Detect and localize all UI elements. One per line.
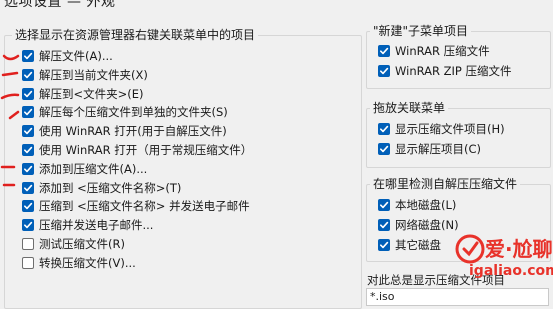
sfx-detect-group-option-1[interactable]: 本地磁盘(L) <box>378 196 456 214</box>
checkbox[interactable] <box>378 123 390 135</box>
left-group-option-8[interactable]: 添加到 <压缩文件名称>(T) <box>22 179 181 197</box>
drag-menu-group <box>366 108 551 168</box>
left-group-option-2[interactable]: 解压到当前文件夹(X) <box>22 66 148 84</box>
checkbox[interactable] <box>378 143 390 155</box>
new-submenu-group <box>366 31 551 89</box>
checkmark-icon <box>380 145 389 153</box>
checkmark-icon <box>380 201 389 209</box>
checkmark-icon <box>380 125 389 133</box>
always-show-archive-field[interactable]: *.iso <box>366 288 549 306</box>
option-label: 转换压缩文件(V)... <box>39 255 136 270</box>
left-group-option-7[interactable]: 添加到压缩文件(A)... <box>22 160 147 178</box>
watermark-text: 爱·尬聊 <box>485 237 553 261</box>
option-label: 使用 WinRAR 打开（用于常规压缩文件） <box>39 143 253 157</box>
watermark-url: igaliao.com <box>469 263 553 279</box>
option-label: 其它磁盘 <box>395 238 441 252</box>
window-header-fragment: 选项设置 — 外观 <box>4 0 116 10</box>
option-label: 解压文件(A)... <box>39 49 113 63</box>
option-label: 添加到 <压缩文件名称>(T) <box>39 180 182 195</box>
left-group-option-3[interactable]: 解压到<文件夹>(E) <box>22 85 144 103</box>
option-label: WinRAR 压缩文件 <box>395 44 490 58</box>
option-label: 使用 WinRAR 打开(用于自解压文件) <box>39 124 227 139</box>
option-label: WinRAR ZIP 压缩文件 <box>395 64 512 78</box>
left-group-option-6[interactable]: 使用 WinRAR 打开（用于常规压缩文件） <box>22 141 252 159</box>
option-label: 压缩到 <压缩文件名称> 并发送电子邮件 <box>39 199 250 214</box>
checkbox[interactable] <box>378 239 390 251</box>
checkbox[interactable] <box>378 45 390 57</box>
sfx-detect-group-option-3[interactable]: 其它磁盘 <box>378 236 441 254</box>
left-group-option-9[interactable]: 压缩到 <压缩文件名称> 并发送电子邮件 <box>22 197 250 215</box>
sfx-detect-group-title: 在哪里检测自解压压缩文件 <box>370 175 521 192</box>
site-watermark: 爱·尬聊 igaliao.com <box>455 230 553 285</box>
checkbox[interactable] <box>378 219 390 231</box>
drag-menu-group-option-1[interactable]: 显示压缩文件项目(H) <box>378 120 505 138</box>
checkbox[interactable] <box>378 199 390 211</box>
option-label: 压缩并发送电子邮件... <box>39 218 154 233</box>
option-label: 解压到当前文件夹(X) <box>39 67 148 82</box>
red-mark-2 <box>1 71 19 77</box>
option-label: 解压每个压缩文件到单独的文件夹(S) <box>39 105 228 120</box>
left-group-option-5[interactable]: 使用 WinRAR 打开(用于自解压文件) <box>22 122 227 140</box>
watermark-logo-icon <box>455 234 485 264</box>
sfx-detect-group-option-2[interactable]: 网络磁盘(N) <box>378 216 459 234</box>
option-label: 显示解压项目(C) <box>395 142 482 156</box>
red-mark-1 <box>2 54 20 61</box>
checkbox[interactable] <box>378 65 390 77</box>
always-show-archive-value: *.iso <box>370 290 395 303</box>
checkmark-icon <box>380 221 389 229</box>
option-label: 本地磁盘(L) <box>395 198 457 212</box>
left-group-option-10[interactable]: 压缩并发送电子邮件... <box>22 216 153 234</box>
left-group-option-4[interactable]: 解压每个压缩文件到单独的文件夹(S) <box>22 103 228 121</box>
new-submenu-group-option-2[interactable]: WinRAR ZIP 压缩文件 <box>378 62 512 80</box>
red-mark-4 <box>8 110 20 120</box>
new-submenu-group-title: "新建"子菜单项目 <box>370 22 472 39</box>
checkbox[interactable] <box>22 256 34 269</box>
checkmark-icon <box>380 67 389 75</box>
new-submenu-group-option-1[interactable]: WinRAR 压缩文件 <box>378 42 490 60</box>
red-annotation-marks <box>0 54 20 187</box>
option-label: 添加到压缩文件(A)... <box>39 161 148 176</box>
left-group-option-12[interactable]: 转换压缩文件(V)... <box>22 254 136 272</box>
context-menu-items-group-title: 选择显示在资源管理器右键关联菜单中的项目 <box>12 26 259 43</box>
option-label: 测试压缩文件(R) <box>39 237 125 251</box>
option-label: 解压到<文件夹>(E) <box>39 86 144 101</box>
checkmark-icon <box>380 47 389 55</box>
drag-menu-group-title: 拖放关联菜单 <box>370 99 449 116</box>
red-mark-3 <box>0 93 20 100</box>
option-label: 网络磁盘(N) <box>395 218 459 232</box>
checkmark-icon <box>380 241 389 249</box>
drag-menu-group-option-2[interactable]: 显示解压项目(C) <box>378 140 481 158</box>
option-label: 显示压缩文件项目(H) <box>395 122 505 136</box>
